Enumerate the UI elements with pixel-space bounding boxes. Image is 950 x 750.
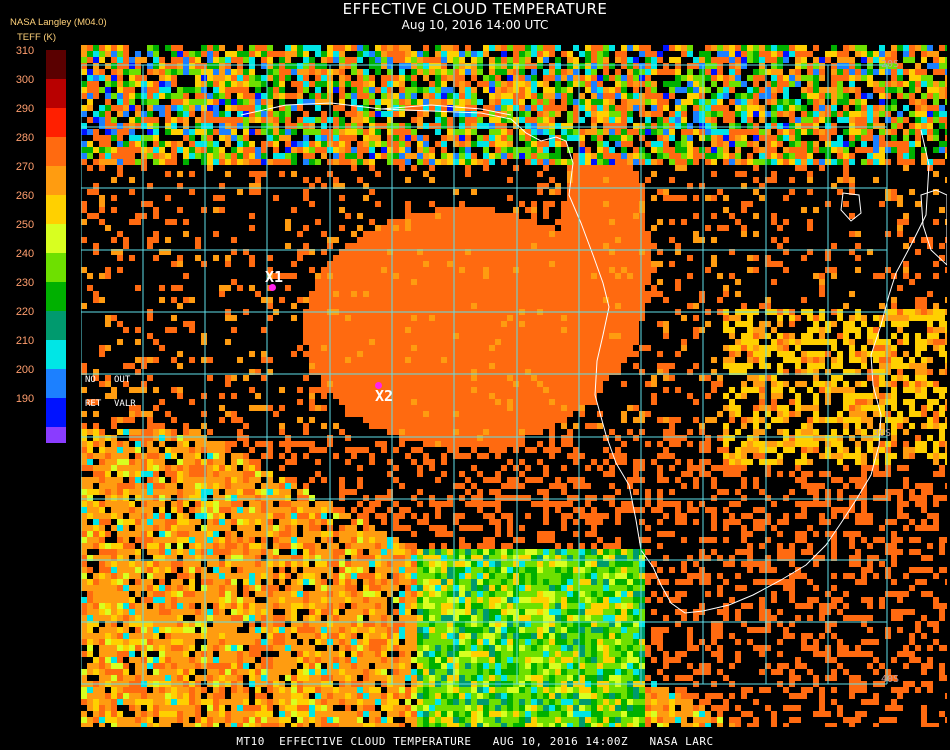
header: EFFECTIVE CLOUD TEMPERATURE Aug 10, 2016…: [0, 0, 950, 33]
colorbar-segment: [46, 427, 66, 443]
marker-x2-label: X2: [375, 387, 394, 405]
colorbar-tick: 290: [15, 103, 35, 115]
colorbar-segment: [46, 253, 66, 282]
marker-x1-label: X1: [265, 268, 284, 286]
cloud-field: [81, 45, 947, 727]
colorbar-segment: [46, 166, 66, 195]
colorbar-tick: 240: [15, 248, 35, 260]
colorbar-tick: 220: [15, 306, 35, 318]
footer-caption: MT10 EFFECTIVE CLOUD TEMPERATURE AUG 10,…: [236, 735, 714, 748]
colorbar-tick: 310: [15, 45, 35, 57]
map-title: EFFECTIVE CLOUD TEMPERATURE: [342, 0, 608, 18]
colorbar-segment: [46, 369, 66, 398]
colorbar-tick: 230: [15, 277, 35, 289]
lat-label-40s: 40S: [881, 674, 900, 685]
lat-label-20s: 20S: [881, 59, 900, 70]
lat-label-30s: 30S: [873, 428, 892, 439]
cloud-temperature-layer: [81, 45, 947, 727]
colorbar-tick: 210: [15, 335, 35, 347]
colorbar-segment: [46, 137, 66, 166]
legend-no-label: NO: [85, 375, 96, 385]
madagascar: [920, 189, 947, 266]
colorbar-segment: [46, 224, 66, 253]
colorbar-segment: [46, 340, 66, 369]
satellite-map[interactable]: NO OUT RET VALR X1 X2 20S 30S 40S: [81, 45, 947, 727]
colorbar-segment: [46, 50, 66, 79]
colorbar-tick: 280: [15, 132, 35, 144]
colorbar-segment: [46, 195, 66, 224]
colorbar: [46, 50, 66, 443]
map-subtitle: Aug 10, 2016 14:00 UTC: [401, 18, 549, 32]
legend-valr-label: VALR: [114, 399, 136, 409]
legend-out-label: OUT: [114, 375, 131, 385]
colorbar-tick: 190: [15, 393, 35, 405]
org-label: NASA Langley (M04.0): [10, 17, 107, 28]
colorbar-segment: [46, 108, 66, 137]
colorbar-tick: 260: [15, 190, 35, 202]
colorbar-tick: 270: [15, 161, 35, 173]
colorbar-segment: [46, 398, 66, 427]
colorbar-segment: [46, 282, 66, 311]
colorbar-tick: 250: [15, 219, 35, 231]
colorbar-segment: [46, 79, 66, 108]
colorbar-tick: 200: [15, 364, 35, 376]
unit-label: TEFF (K): [17, 32, 57, 43]
colorbar-segment: [46, 311, 66, 340]
colorbar-tick: 300: [15, 74, 35, 86]
legend-ret-label: RET: [85, 399, 102, 409]
